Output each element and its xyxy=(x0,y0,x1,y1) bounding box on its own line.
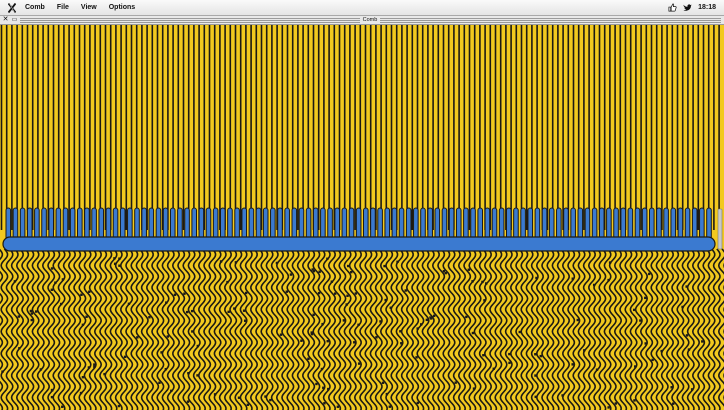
comb-canvas[interactable] xyxy=(0,25,724,410)
scrollbar-thumb[interactable] xyxy=(717,208,723,250)
thumbs-up-icon[interactable] xyxy=(668,3,677,12)
title-bar-stripes-left xyxy=(20,17,360,23)
menu-options[interactable]: Options xyxy=(109,4,135,11)
window-title: Comb xyxy=(360,16,380,24)
comb-artwork[interactable] xyxy=(0,25,724,410)
comb[interactable] xyxy=(2,207,716,252)
clock: 18:18 xyxy=(698,4,716,11)
window-title-bar[interactable]: ✕ ▭ Comb xyxy=(0,16,724,25)
menu-bar: Comb File View Options 18:18 xyxy=(0,0,724,16)
minimize-button[interactable]: ▭ xyxy=(10,16,19,24)
comb-spine xyxy=(2,236,716,252)
menu-file[interactable]: File xyxy=(57,4,69,11)
title-bar-stripes-right xyxy=(380,17,721,23)
menu-view[interactable]: View xyxy=(81,4,97,11)
x-logo-icon[interactable] xyxy=(8,2,16,13)
close-button[interactable]: ✕ xyxy=(1,16,10,24)
menu-comb[interactable]: Comb xyxy=(25,4,45,11)
bird-icon[interactable] xyxy=(683,3,692,12)
